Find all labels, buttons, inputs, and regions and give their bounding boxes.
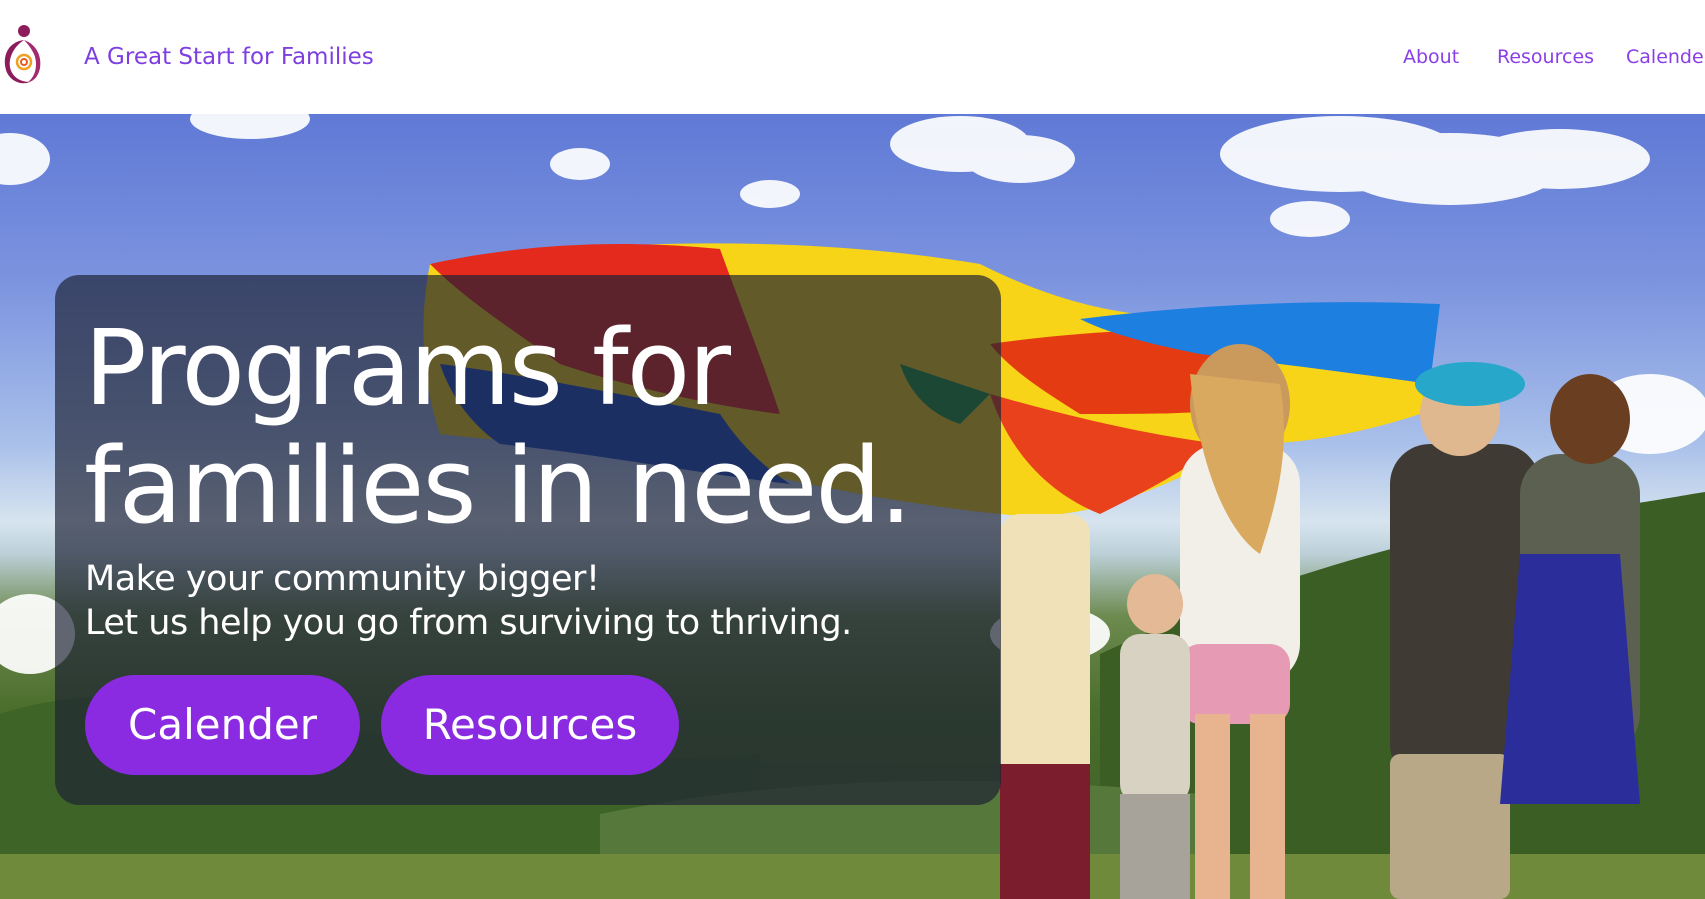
calender-button[interactable]: Calender (85, 675, 360, 775)
resources-button[interactable]: Resources (381, 675, 679, 775)
hero-section: Programs for families in need. Make your… (0, 114, 1705, 899)
nav-resources-link[interactable]: Resources (1497, 42, 1594, 72)
nav-calender-link[interactable]: Calender (1626, 42, 1705, 72)
nav-about-link[interactable]: About (1403, 42, 1459, 72)
hero-headline: Programs for families in need. (84, 307, 912, 547)
hero-subtext-line-2: Let us help you go from surviving to thr… (85, 603, 852, 643)
hero-subtext: Make your community bigger! Let us help … (85, 557, 852, 645)
hero-overlay-card: Programs for families in need. Make your… (55, 275, 1001, 805)
family-figure-icon[interactable] (0, 22, 46, 88)
site-header: A Great Start for Families About Resourc… (0, 0, 1705, 114)
hero-subtext-line-1: Make your community bigger! (85, 559, 600, 599)
brand-link[interactable]: A Great Start for Families (84, 40, 374, 74)
